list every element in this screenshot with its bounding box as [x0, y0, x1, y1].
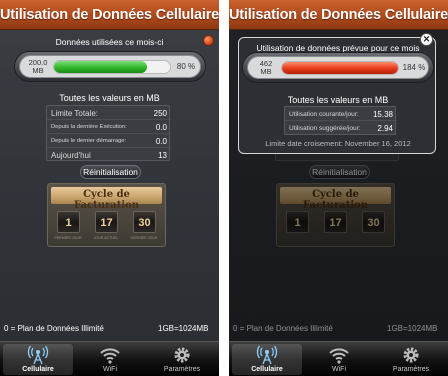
tab-settings[interactable]: Paramètres: [147, 344, 217, 375]
tab-label: Cellulaire: [251, 366, 283, 373]
first-day-picker[interactable]: 1: [57, 211, 80, 233]
current-day-caption: JOUR ACTUEL: [93, 236, 119, 240]
wifi-icon: [329, 348, 349, 364]
stat-value: 0.0: [155, 123, 167, 132]
stat-label: Aujourd'hui: [51, 151, 91, 160]
close-icon[interactable]: ✕: [420, 33, 433, 46]
stat-label: Utilisation courante/jour:: [289, 111, 359, 118]
billing-cycle-card: Cycle de Facturation 1 17 30 PREMIER JOU…: [47, 183, 166, 247]
stat-row-since-last-run: Depuis la dernière Exécution: 0.0: [47, 120, 171, 134]
tab-wifi[interactable]: WiFi: [75, 344, 145, 375]
gauge-track: [281, 61, 399, 75]
wifi-icon: [100, 348, 120, 364]
billing-title-bar: Cycle de Facturation: [51, 187, 162, 211]
gauge-inner: 462 MB 184 %: [247, 56, 429, 79]
popup-stats-table: Utilisation courante/jour: 15.38 Utilisa…: [284, 106, 397, 135]
gauge-fill-bar: [54, 61, 147, 73]
gauge-fill-bar: [282, 62, 398, 74]
stat-row-since-last-boot: Depuis le dernier démarrage: 0.0: [47, 134, 171, 148]
stat-value: 250: [153, 109, 167, 118]
gauge-value-unit: MB: [260, 67, 272, 76]
stat-label: Limite Totale:: [51, 109, 98, 118]
stat-value: 0.0: [155, 137, 167, 146]
current-day-picker[interactable]: 17: [95, 211, 118, 233]
usage-gauge: 200.0 MB 80 %: [14, 51, 206, 82]
tab-label: Paramètres: [392, 366, 430, 373]
gauge-percent: 184 %: [402, 63, 426, 72]
values-caption: Toutes les valeurs en MB: [59, 93, 160, 103]
tab-label: Paramètres: [163, 366, 201, 373]
tab-label: WiFi: [103, 366, 117, 373]
gear-icon: [403, 347, 419, 363]
app-title: Utilisation de Données Cellulaire: [229, 7, 448, 23]
gear-icon: [174, 347, 190, 363]
stat-label: Depuis le dernier démarrage:: [51, 138, 127, 144]
last-day-picker[interactable]: 30: [133, 211, 156, 233]
gauge-value: 462 MB: [253, 60, 279, 76]
gauge-value-unit: MB: [32, 66, 44, 75]
tab-settings[interactable]: Paramètres: [376, 344, 446, 375]
stats-table: Limite Totale: 250 Depuis la dernière Ex…: [46, 105, 171, 162]
gauge-track: [53, 60, 171, 74]
cell-tower-icon: [27, 345, 49, 365]
current-day-value: 17: [100, 217, 113, 229]
crossover-date: Limite date croisement: November 16, 201…: [265, 139, 411, 148]
tab-label: Cellulaire: [22, 366, 54, 373]
stat-row-suggested-per-day: Utilisation suggérée/jour: 2.94: [285, 121, 397, 135]
stat-row-current-per-day: Utilisation courante/jour: 15.38: [285, 107, 397, 121]
first-day-caption: PREMIER JOUR: [54, 236, 82, 240]
stat-value: 13: [158, 151, 167, 160]
reset-button[interactable]: Réinitialisation: [80, 165, 141, 179]
gauge-inner: 200.0 MB 80 %: [19, 55, 201, 78]
stat-label: Utilisation suggérée/jour:: [289, 125, 361, 132]
tab-cellular[interactable]: Cellulaire: [232, 344, 302, 375]
gauge-value: 200.0 MB: [25, 59, 51, 75]
app-title: Utilisation de Données Cellulaire: [0, 7, 219, 23]
first-day-value: 1: [65, 217, 72, 229]
tab-wifi[interactable]: WiFi: [304, 344, 374, 375]
popup-values-caption: Toutes les valeurs en MB: [287, 95, 389, 105]
projection-screen: Utilisation de Données Cellulaire Toutes…: [229, 0, 448, 376]
last-day-value: 30: [138, 217, 151, 229]
tab-bar: Cellulaire WiFi Paramètres: [0, 341, 219, 376]
tab-cellular[interactable]: Cellulaire: [3, 344, 73, 375]
tab-label: WiFi: [332, 366, 346, 373]
stat-row-today: Aujourd'hui 13: [47, 148, 171, 162]
plan-note: 0 = Plan de Données Illimité: [4, 324, 104, 333]
projected-gauge: 462 MB 184 %: [242, 52, 434, 83]
tab-bar: Cellulaire WiFi Paramètres: [229, 341, 448, 376]
main-screen: Utilisation de Données Cellulaire Donnée…: [0, 0, 219, 376]
stat-value: 2.94: [377, 124, 393, 133]
stat-value: 15.38: [372, 110, 393, 119]
gauge-percent: 80 %: [176, 62, 196, 71]
stat-label: Depuis la dernière Exécution:: [51, 124, 127, 130]
info-dot-icon[interactable]: [203, 35, 214, 46]
data-used-label: Données utilisées ce mois-ci: [55, 37, 164, 47]
last-day-caption: DERNIER JOUR: [130, 236, 158, 240]
title-bar: Utilisation de Données Cellulaire: [0, 0, 219, 30]
gb-note: 1GB=1024MB: [158, 324, 209, 333]
stat-row-total-limit: Limite Totale: 250: [47, 106, 171, 120]
title-bar: Utilisation de Données Cellulaire: [229, 0, 448, 30]
billing-title: Cycle de Facturation: [73, 189, 140, 211]
projected-usage-popup: Utilisation de données prévue pour ce mo…: [238, 37, 436, 154]
cell-tower-icon: [256, 345, 278, 365]
